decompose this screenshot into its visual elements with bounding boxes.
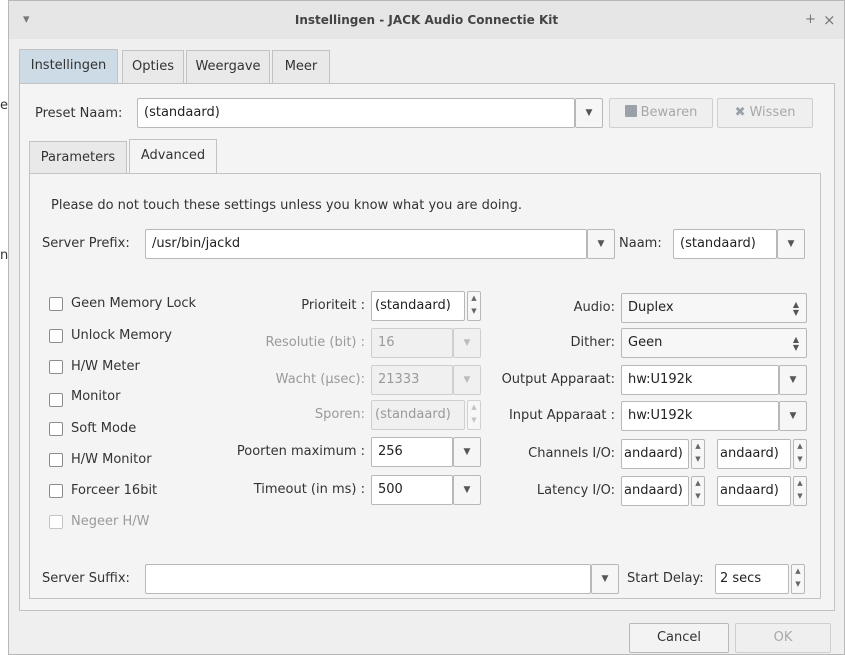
dither-label: Dither:	[570, 335, 615, 350]
start-delay-spin-buttons[interactable]: ▲ ▼	[791, 564, 805, 594]
checkbox-label: Unlock Memory	[71, 328, 172, 343]
checkbox-label: Geen Memory Lock	[71, 296, 197, 311]
priority-spin-buttons[interactable]: ▲ ▼	[467, 291, 481, 321]
checkbox-label: Soft Mode	[71, 421, 137, 436]
save-preset-button[interactable]: Bewaren	[609, 98, 713, 128]
server-prefix-label: Server Prefix:	[42, 236, 130, 251]
save-icon	[624, 105, 637, 117]
checkbox-soft-mode[interactable]	[49, 422, 63, 436]
channels-in-spin-buttons[interactable]: ▲ ▼	[691, 439, 705, 469]
server-suffix-dropdown-button[interactable]: ▼	[591, 564, 619, 594]
output-device-label: Output Apparaat:	[501, 372, 615, 387]
checkbox-unlock-memory[interactable]	[49, 329, 63, 343]
cancel-button[interactable]: Cancel	[629, 623, 729, 653]
checkbox-label: H/W Monitor	[71, 452, 152, 467]
timeout-combo[interactable]: 500	[371, 475, 453, 505]
select-arrows-icon: ▲ ▼	[792, 300, 800, 317]
resolution-combo[interactable]: 16	[371, 328, 453, 358]
checkbox-geen-memory-lock[interactable]	[49, 297, 63, 311]
checkbox-hw-meter[interactable]	[49, 360, 63, 374]
resolution-label: Resolutie (bit) :	[265, 335, 365, 350]
latency-in-spin-buttons[interactable]: ▲ ▼	[691, 476, 705, 506]
tab-opties[interactable]: Opties	[122, 50, 184, 84]
checkbox-label: Negeer H/W	[71, 514, 150, 529]
delete-preset-button[interactable]: ✖ Wissen	[717, 98, 813, 128]
server-prefix-dropdown-button[interactable]: ▼	[587, 229, 615, 259]
tab-parameters[interactable]: Parameters	[29, 141, 127, 175]
start-delay-spinbox[interactable]: 2 secs	[715, 564, 789, 594]
max-ports-dropdown-button[interactable]: ▼	[453, 437, 481, 467]
tracks-spin-buttons[interactable]: ▲ ▼	[467, 400, 481, 430]
wait-dropdown-button[interactable]: ▼	[453, 365, 481, 395]
tab-instellingen[interactable]: Instellingen	[19, 49, 118, 84]
latency-label: Latency I/O:	[536, 483, 615, 498]
checkbox-label: Forceer 16bit	[71, 483, 158, 498]
background-fragment: n	[0, 248, 9, 263]
input-device-label: Input Apparaat :	[508, 408, 615, 423]
checkbox-forceer-16bit[interactable]	[49, 484, 63, 498]
wait-label: Wacht (µsec):	[275, 372, 365, 387]
channels-label: Channels I/O:	[528, 446, 615, 461]
timeout-label: Timeout (in ms) :	[253, 482, 365, 497]
name-combo[interactable]: (standaard)	[673, 229, 777, 259]
priority-spinbox[interactable]: (standaard)	[371, 291, 465, 321]
close-icon[interactable]: ×	[823, 1, 836, 39]
checkbox-hw-monitor[interactable]	[49, 453, 63, 467]
checkbox-monitor[interactable]	[49, 393, 63, 407]
channels-out-spin-buttons[interactable]: ▲ ▼	[793, 439, 807, 469]
select-arrows-icon: ▲ ▼	[792, 335, 800, 352]
channels-out-spinbox[interactable]: andaard)	[717, 439, 791, 469]
output-device-combo[interactable]: hw:U192k	[621, 365, 779, 395]
resolution-dropdown-button[interactable]: ▼	[453, 328, 481, 358]
settings-window: Instellingen - JACK Audio Connectie Kit …	[8, 0, 845, 655]
tracks-label: Sporen:	[314, 407, 365, 422]
server-prefix-combo[interactable]: /usr/bin/jackd	[145, 229, 587, 259]
latency-in-spinbox[interactable]: andaard)	[621, 476, 689, 506]
timeout-dropdown-button[interactable]: ▼	[453, 475, 481, 505]
preset-dropdown-button[interactable]: ▼	[575, 98, 603, 128]
input-device-combo[interactable]: hw:U192k	[621, 401, 779, 431]
checkbox-label: Monitor	[71, 389, 121, 404]
audio-label: Audio:	[573, 300, 615, 315]
tracks-spinbox[interactable]: (standaard)	[371, 400, 465, 430]
server-suffix-label: Server Suffix:	[42, 571, 130, 586]
start-delay-label: Start Delay:	[627, 571, 704, 586]
server-suffix-combo[interactable]	[145, 564, 591, 594]
tab-weergave[interactable]: Weergave	[186, 50, 270, 84]
warning-text: Please do not touch these settings unles…	[51, 198, 523, 213]
max-ports-combo[interactable]: 256	[371, 437, 453, 467]
preset-name-combo[interactable]: (standaard)	[137, 98, 575, 128]
channels-in-spinbox[interactable]: andaard)	[621, 439, 689, 469]
window-menu-icon[interactable]: ▾	[23, 1, 30, 39]
latency-out-spinbox[interactable]: andaard)	[717, 476, 791, 506]
tab-advanced[interactable]: Advanced	[129, 139, 217, 174]
ok-button[interactable]: OK	[735, 623, 831, 653]
checkbox-label: H/W Meter	[71, 359, 140, 374]
max-ports-label: Poorten maximum :	[236, 444, 365, 459]
audio-select[interactable]: Duplex	[621, 293, 807, 323]
latency-out-spin-buttons[interactable]: ▲ ▼	[793, 476, 807, 506]
output-device-dropdown-button[interactable]: ▼	[779, 365, 807, 395]
dither-select[interactable]: Geen	[621, 328, 807, 358]
preset-name-label: Preset Naam:	[35, 106, 123, 121]
window-title: Instellingen - JACK Audio Connectie Kit	[294, 13, 559, 27]
priority-label: Prioriteit :	[301, 298, 365, 313]
checkbox-negeer-hw[interactable]	[49, 515, 63, 529]
pin-icon[interactable]: +	[805, 1, 816, 39]
delete-icon: ✖	[734, 105, 746, 120]
input-device-dropdown-button[interactable]: ▼	[779, 401, 807, 431]
name-dropdown-button[interactable]: ▼	[777, 229, 805, 259]
name-label: Naam:	[619, 236, 662, 251]
background-fragment: e	[0, 98, 8, 113]
wait-combo[interactable]: 21333	[371, 365, 453, 395]
tab-meer[interactable]: Meer	[272, 50, 330, 84]
